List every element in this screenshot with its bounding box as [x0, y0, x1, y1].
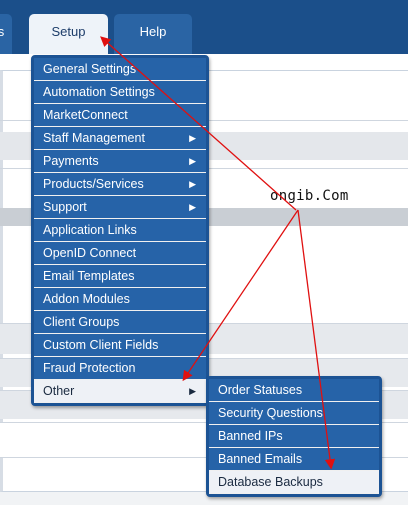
- arrow-to-setup: [100, 36, 297, 211]
- arrow-to-other: [182, 209, 299, 382]
- annotation-arrows: [100, 36, 336, 470]
- arrow-to-database-backups: [297, 209, 336, 470]
